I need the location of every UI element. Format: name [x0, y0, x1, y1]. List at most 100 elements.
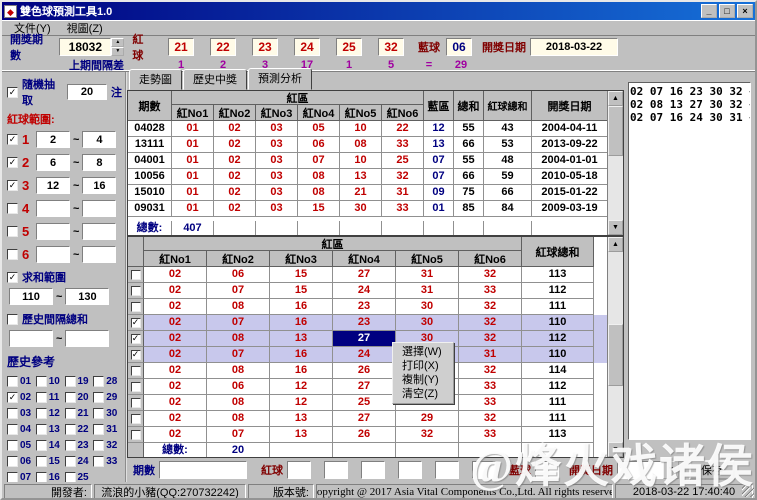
- red-number-cell[interactable]: 31: [396, 283, 459, 299]
- bottom-blue-input[interactable]: [535, 461, 559, 479]
- close-icon[interactable]: ×: [737, 4, 753, 18]
- maximize-icon[interactable]: □: [719, 4, 735, 18]
- bottom-red-input-6[interactable]: [472, 461, 496, 479]
- red-number-cell[interactable]: 02: [214, 153, 256, 169]
- red-number-cell[interactable]: 32: [396, 427, 459, 443]
- sum-cell[interactable]: 85: [454, 201, 484, 217]
- issue-cell[interactable]: 15010: [128, 185, 172, 201]
- red-number-cell[interactable]: 02: [214, 201, 256, 217]
- context-menu-item[interactable]: 複制(Y): [393, 373, 453, 387]
- red-number-cell[interactable]: 01: [172, 121, 214, 137]
- history-number-item[interactable]: 04: [7, 421, 36, 437]
- red-number-cell[interactable]: 01: [172, 153, 214, 169]
- red-number-cell[interactable]: 25: [333, 395, 396, 411]
- date-cell[interactable]: 2009-03-19: [532, 201, 607, 217]
- history-checkbox[interactable]: [64, 391, 76, 403]
- red-number-cell[interactable]: 30: [396, 315, 459, 331]
- history-number-item[interactable]: 32: [93, 437, 122, 453]
- history-checkbox[interactable]: [35, 375, 47, 387]
- draw-date-combobox[interactable]: ▼: [617, 461, 679, 479]
- history-checkbox[interactable]: [93, 423, 105, 435]
- history-number-item[interactable]: 24: [64, 453, 94, 469]
- range-to-input[interactable]: [82, 177, 117, 194]
- history-checkbox[interactable]: [7, 455, 18, 467]
- red-sum-cell[interactable]: 110: [522, 347, 594, 363]
- red-number-cell[interactable]: 03: [256, 137, 298, 153]
- blue-number-cell[interactable]: 07: [424, 169, 454, 185]
- range-from-input[interactable]: [36, 154, 70, 171]
- red-number-cell[interactable]: 10: [340, 153, 382, 169]
- history-checkbox[interactable]: [35, 423, 47, 435]
- scroll-track[interactable]: [608, 106, 623, 220]
- date-cell[interactable]: 2013-09-22: [532, 137, 607, 153]
- red-number-cell[interactable]: 07: [207, 347, 270, 363]
- red-number-cell[interactable]: 08: [207, 363, 270, 379]
- table-row[interactable]: 10056 01 02 03 08 13 32 07 66 59 2010-05…: [128, 169, 607, 185]
- red-number-cell[interactable]: 15: [270, 283, 333, 299]
- red-number-cell[interactable]: 16: [270, 347, 333, 363]
- red-sum-cell[interactable]: 111: [522, 299, 594, 315]
- red-number-cell[interactable]: 32: [459, 363, 522, 379]
- context-menu-item[interactable]: 打印(X): [393, 359, 453, 373]
- red-number-cell[interactable]: 33: [382, 201, 424, 217]
- table-row[interactable]: ✓ 02 07 16 23 30 32 110: [128, 315, 607, 331]
- red-number-cell[interactable]: 02: [144, 299, 207, 315]
- range-from-input[interactable]: [36, 177, 70, 194]
- blue-number-cell[interactable]: 09: [424, 185, 454, 201]
- range-checkbox[interactable]: ✓: [7, 180, 18, 191]
- table-row[interactable]: ✓ 02 07 16 24 30 31 110: [128, 347, 607, 363]
- scroll-track[interactable]: [608, 252, 623, 442]
- table-row[interactable]: ✓ 02 08 13 27 30 32 112: [128, 331, 607, 347]
- red-number-cell[interactable]: 03: [256, 153, 298, 169]
- date-cell[interactable]: 2010-05-18: [532, 169, 607, 185]
- blue-number-cell[interactable]: 12: [424, 121, 454, 137]
- blue-number-cell[interactable]: 07: [424, 153, 454, 169]
- red-number-cell[interactable]: 26: [333, 363, 396, 379]
- history-checkbox[interactable]: ✓: [7, 391, 18, 403]
- red-number-cell[interactable]: 02: [214, 169, 256, 185]
- scroll-up-icon[interactable]: ▲: [608, 237, 623, 252]
- history-number-item[interactable]: 15: [35, 453, 65, 469]
- red-number-cell[interactable]: 31: [396, 267, 459, 283]
- red-number-cell[interactable]: 02: [144, 363, 207, 379]
- table-row[interactable]: 02 06 15 27 31 32 113: [128, 267, 607, 283]
- red-number-cell[interactable]: 30: [396, 299, 459, 315]
- red-number-cell[interactable]: 02: [144, 411, 207, 427]
- history-number-item[interactable]: 22: [64, 421, 94, 437]
- red-sum-cell[interactable]: 113: [522, 427, 594, 443]
- red-number-cell[interactable]: 07: [207, 427, 270, 443]
- issue-spinner[interactable]: ▲ ▼: [59, 38, 125, 56]
- range-checkbox[interactable]: [7, 226, 18, 237]
- result-line[interactable]: 02 07 16 23 30 32 +03: [630, 85, 750, 98]
- history-checkbox[interactable]: [7, 423, 18, 435]
- red-number-cell[interactable]: 16: [270, 363, 333, 379]
- sum-cell[interactable]: 66: [454, 169, 484, 185]
- red-number-cell[interactable]: 32: [459, 299, 522, 315]
- row-checkbox-cell[interactable]: ✓: [128, 347, 144, 363]
- red-number-cell[interactable]: 33: [459, 379, 522, 395]
- red-sum-cell[interactable]: 84: [484, 201, 532, 217]
- red-number-cell[interactable]: 02: [214, 137, 256, 153]
- tab[interactable]: 預測分析: [248, 68, 312, 90]
- range-checkbox[interactable]: ✓: [7, 157, 18, 168]
- red-number-cell[interactable]: 08: [298, 169, 340, 185]
- range-to-input[interactable]: [82, 223, 117, 240]
- red-sum-cell[interactable]: 112: [522, 283, 594, 299]
- red-number-cell[interactable]: 30: [340, 201, 382, 217]
- history-number-item[interactable]: 12: [35, 405, 65, 421]
- red-number-cell[interactable]: 25: [382, 153, 424, 169]
- date-cell[interactable]: 2004-01-01: [532, 153, 607, 169]
- table-row[interactable]: 15010 01 02 03 08 21 31 09 75 66 2015-01…: [128, 185, 607, 201]
- red-number-cell[interactable]: 08: [207, 395, 270, 411]
- history-checkbox[interactable]: [64, 375, 76, 387]
- scroll-thumb[interactable]: [608, 324, 623, 386]
- history-number-item[interactable]: 11: [35, 389, 65, 405]
- history-number-item[interactable]: 10: [35, 373, 65, 389]
- history-checkbox[interactable]: [64, 455, 76, 467]
- history-number-item[interactable]: 28: [93, 373, 122, 389]
- red-number-cell[interactable]: 27: [333, 267, 396, 283]
- sum-cell[interactable]: 66: [454, 137, 484, 153]
- history-checkbox[interactable]: [93, 391, 105, 403]
- red-number-cell[interactable]: 13: [270, 427, 333, 443]
- blue-number-cell[interactable]: 01: [424, 201, 454, 217]
